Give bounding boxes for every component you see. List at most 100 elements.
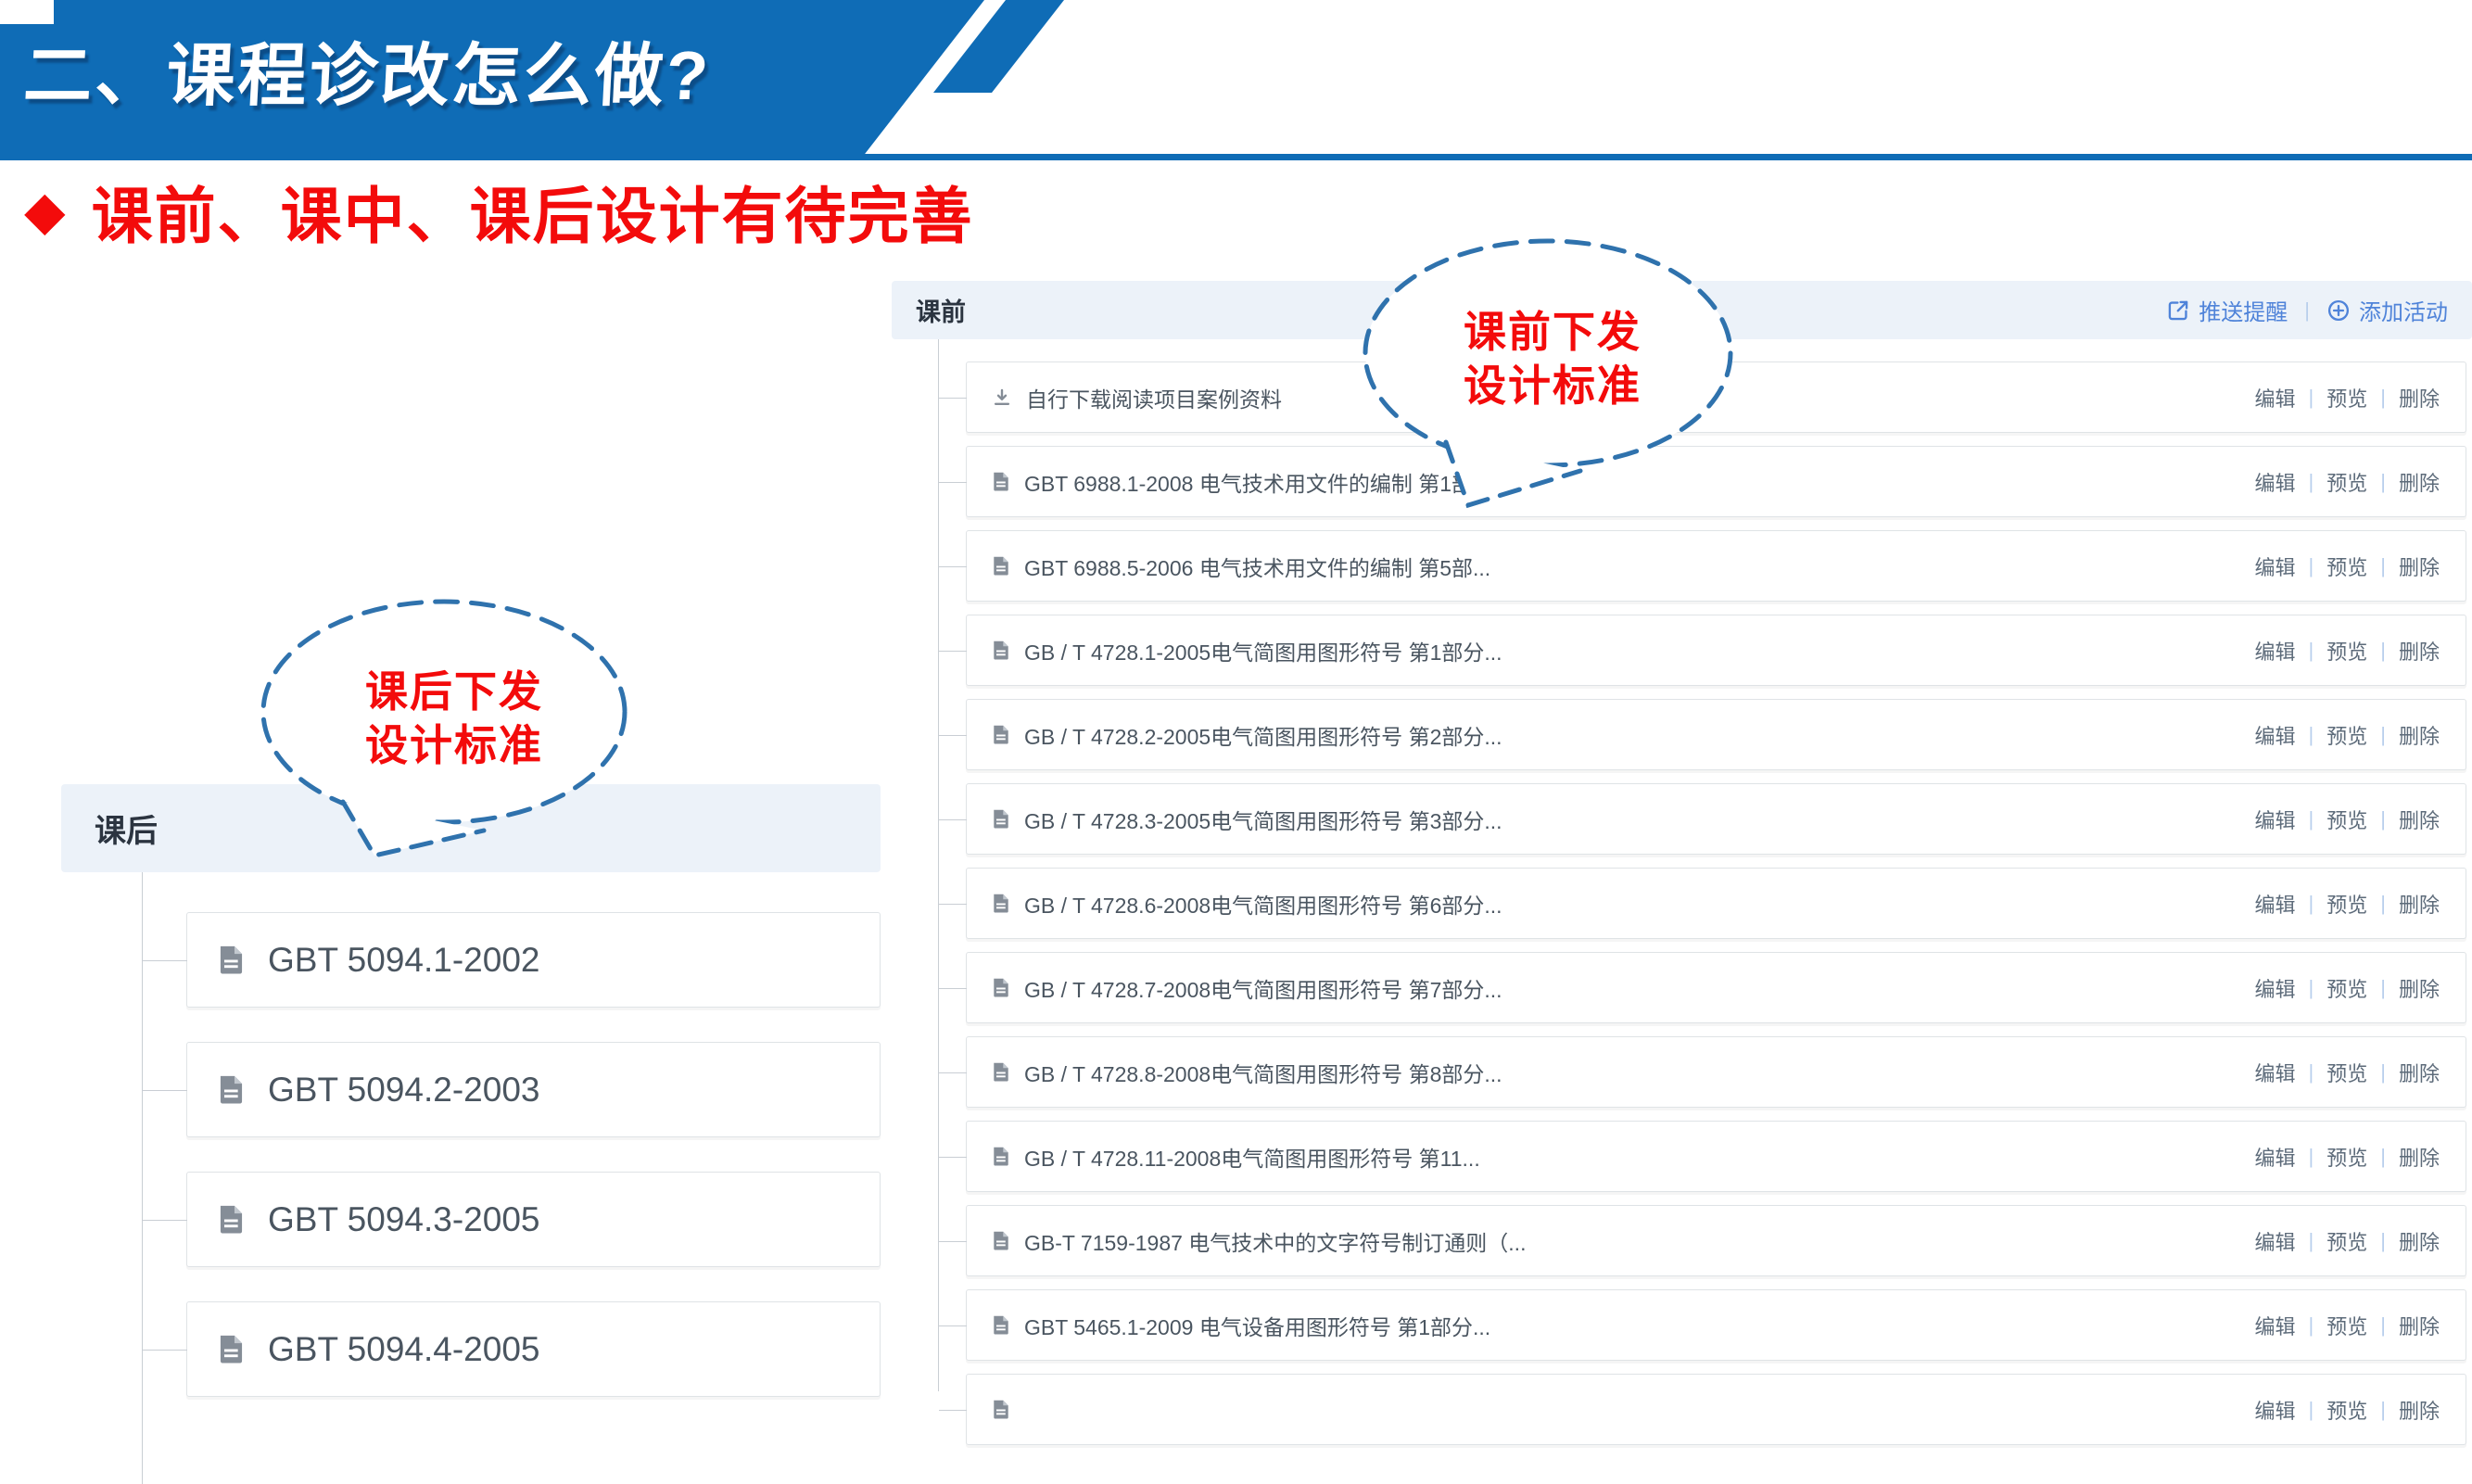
action-separator: | bbox=[2380, 1145, 2386, 1169]
action-separator: | bbox=[2309, 723, 2314, 747]
row-action-edit[interactable]: 编辑 bbox=[2255, 1395, 2296, 1425]
row-action-preview[interactable]: 预览 bbox=[2326, 1311, 2367, 1340]
bubble-line-1: 课后下发 bbox=[250, 665, 658, 718]
file-icon bbox=[219, 1075, 244, 1104]
slide-title: 二、课程诊改怎么做? bbox=[21, 20, 714, 120]
file-icon bbox=[993, 1231, 1009, 1250]
file-icon bbox=[993, 894, 1009, 913]
file-row: 编辑|预览|删除 bbox=[966, 1374, 2466, 1445]
file-row: GB / T 4728.1-2005电气简图用图形符号 第1部分... 编辑|预… bbox=[966, 615, 2466, 686]
bubble-line-1: 课前下发 bbox=[1349, 305, 1756, 359]
file-icon bbox=[993, 1315, 1009, 1335]
row-action-edit[interactable]: 编辑 bbox=[2255, 383, 2296, 412]
action-separator: | bbox=[2309, 1313, 2314, 1338]
file-name: GBT 5465.1-2009 电气设备用图形符号 第1部分... bbox=[1024, 1310, 1490, 1341]
row-action-preview[interactable]: 预览 bbox=[2326, 636, 2367, 666]
section-heading-text: 课前、课中、课后设计有待完善 bbox=[92, 167, 974, 256]
file-icon bbox=[219, 1205, 244, 1234]
file-row: GBT 5094.3-2005 bbox=[186, 1172, 881, 1267]
row-actions: 编辑|预览|删除 bbox=[2255, 805, 2440, 834]
file-name: 自行下载阅读项目案例资料 bbox=[1026, 382, 1282, 413]
row-action-preview[interactable]: 预览 bbox=[2326, 1395, 2367, 1425]
file-row: GB / T 4728.2-2005电气简图用图形符号 第2部分... 编辑|预… bbox=[966, 699, 2466, 770]
row-action-preview[interactable]: 预览 bbox=[2326, 383, 2367, 412]
row-action-edit[interactable]: 编辑 bbox=[2255, 889, 2296, 919]
add-activity-link[interactable]: 添加活动 bbox=[2326, 294, 2448, 326]
row-action-edit[interactable]: 编辑 bbox=[2255, 552, 2296, 581]
action-separator: | bbox=[2309, 892, 2314, 916]
row-action-edit[interactable]: 编辑 bbox=[2255, 805, 2296, 834]
bubble-text: 课前下发 设计标准 bbox=[1349, 305, 1756, 412]
action-separator: | bbox=[2380, 976, 2386, 1000]
row-action-preview[interactable]: 预览 bbox=[2326, 1058, 2367, 1087]
action-separator: | bbox=[2309, 1060, 2314, 1084]
file-row: GB / T 4728.6-2008电气简图用图形符号 第6部分... 编辑|预… bbox=[966, 868, 2466, 939]
file-row: GB / T 4728.8-2008电气简图用图形符号 第8部分... 编辑|预… bbox=[966, 1036, 2466, 1108]
push-reminder-link[interactable]: 推送提醒 bbox=[2166, 294, 2288, 326]
row-action-delete[interactable]: 删除 bbox=[2399, 636, 2440, 666]
action-separator: | bbox=[2309, 386, 2314, 410]
row-action-delete[interactable]: 删除 bbox=[2399, 973, 2440, 1003]
row-action-delete[interactable]: 删除 bbox=[2399, 1226, 2440, 1256]
file-row: GB-T 7159-1987 电气技术中的文字符号制订通则（... 编辑|预览|… bbox=[966, 1205, 2466, 1276]
row-action-preview[interactable]: 预览 bbox=[2326, 1226, 2367, 1256]
row-action-delete[interactable]: 删除 bbox=[2399, 1311, 2440, 1340]
row-actions: 编辑 | 预览 | 删除 bbox=[2255, 383, 2440, 412]
row-action-preview[interactable]: 预览 bbox=[2326, 973, 2367, 1003]
row-action-edit[interactable]: 编辑 bbox=[2255, 467, 2296, 497]
action-separator: | bbox=[2380, 1229, 2386, 1253]
file-icon bbox=[219, 945, 244, 974]
action-separator: | bbox=[2309, 807, 2314, 831]
header-actions-separator: | bbox=[2304, 298, 2310, 323]
row-action-edit[interactable]: 编辑 bbox=[2255, 1058, 2296, 1087]
file-name: GB / T 4728.1-2005电气简图用图形符号 第1部分... bbox=[1024, 635, 1502, 666]
row-action-preview[interactable]: 预览 bbox=[2326, 805, 2367, 834]
slide-header-banner: 二、课程诊改怎么做? bbox=[0, 0, 1020, 158]
row-action-edit[interactable]: 编辑 bbox=[2255, 720, 2296, 750]
row-action-delete[interactable]: 删除 bbox=[2399, 1395, 2440, 1425]
row-action-edit[interactable]: 编辑 bbox=[2255, 973, 2296, 1003]
file-icon bbox=[993, 556, 1009, 576]
row-action-delete[interactable]: 删除 bbox=[2399, 805, 2440, 834]
action-separator: | bbox=[2380, 892, 2386, 916]
row-action-preview[interactable]: 预览 bbox=[2326, 467, 2367, 497]
bubble-line-2: 设计标准 bbox=[250, 718, 658, 772]
file-icon bbox=[993, 1147, 1009, 1166]
pre-class-panel-title: 课前 bbox=[916, 292, 966, 328]
row-action-delete[interactable]: 删除 bbox=[2399, 1142, 2440, 1172]
row-action-edit[interactable]: 编辑 bbox=[2255, 636, 2296, 666]
row-action-preview[interactable]: 预览 bbox=[2326, 720, 2367, 750]
row-action-delete[interactable]: 删除 bbox=[2399, 720, 2440, 750]
speech-bubble-pre-class: 课前下发 设计标准 bbox=[1349, 227, 1756, 533]
file-name: GB / T 4728.11-2008电气简图用图形符号 第11... bbox=[1024, 1141, 1480, 1173]
row-action-edit[interactable]: 编辑 bbox=[2255, 1226, 2296, 1256]
file-name: GBT 5094.1-2002 bbox=[268, 941, 539, 980]
row-action-delete[interactable]: 删除 bbox=[2399, 889, 2440, 919]
row-action-preview[interactable]: 预览 bbox=[2326, 552, 2367, 581]
add-activity-label: 添加活动 bbox=[2359, 294, 2448, 326]
row-actions: 编辑|预览|删除 bbox=[2255, 552, 2440, 581]
file-row: GBT 5465.1-2009 电气设备用图形符号 第1部分... 编辑|预览|… bbox=[966, 1289, 2466, 1361]
row-action-delete[interactable]: 删除 bbox=[2399, 467, 2440, 497]
row-actions: 编辑|预览|删除 bbox=[2255, 720, 2440, 750]
file-name: GB / T 4728.3-2005电气简图用图形符号 第3部分... bbox=[1024, 804, 1502, 835]
row-action-delete[interactable]: 删除 bbox=[2399, 383, 2440, 412]
row-actions: 编辑|预览|删除 bbox=[2255, 1311, 2440, 1340]
action-separator: | bbox=[2380, 470, 2386, 494]
action-separator: | bbox=[2309, 1398, 2314, 1422]
push-reminder-label: 推送提醒 bbox=[2199, 294, 2288, 326]
action-separator: | bbox=[2309, 554, 2314, 578]
file-name: GB-T 7159-1987 电气技术中的文字符号制订通则（... bbox=[1024, 1225, 1526, 1257]
row-actions: 编辑|预览|删除 bbox=[2255, 1058, 2440, 1087]
row-action-delete[interactable]: 删除 bbox=[2399, 552, 2440, 581]
row-action-delete[interactable]: 删除 bbox=[2399, 1058, 2440, 1087]
row-action-preview[interactable]: 预览 bbox=[2326, 889, 2367, 919]
row-action-preview[interactable]: 预览 bbox=[2326, 1142, 2367, 1172]
file-icon bbox=[993, 1062, 1009, 1082]
row-actions: 编辑|预览|删除 bbox=[2255, 636, 2440, 666]
bubble-line-2: 设计标准 bbox=[1349, 359, 1756, 412]
file-row: GBT 5094.2-2003 bbox=[186, 1042, 881, 1137]
row-action-edit[interactable]: 编辑 bbox=[2255, 1311, 2296, 1340]
action-separator: | bbox=[2380, 386, 2386, 410]
row-action-edit[interactable]: 编辑 bbox=[2255, 1142, 2296, 1172]
